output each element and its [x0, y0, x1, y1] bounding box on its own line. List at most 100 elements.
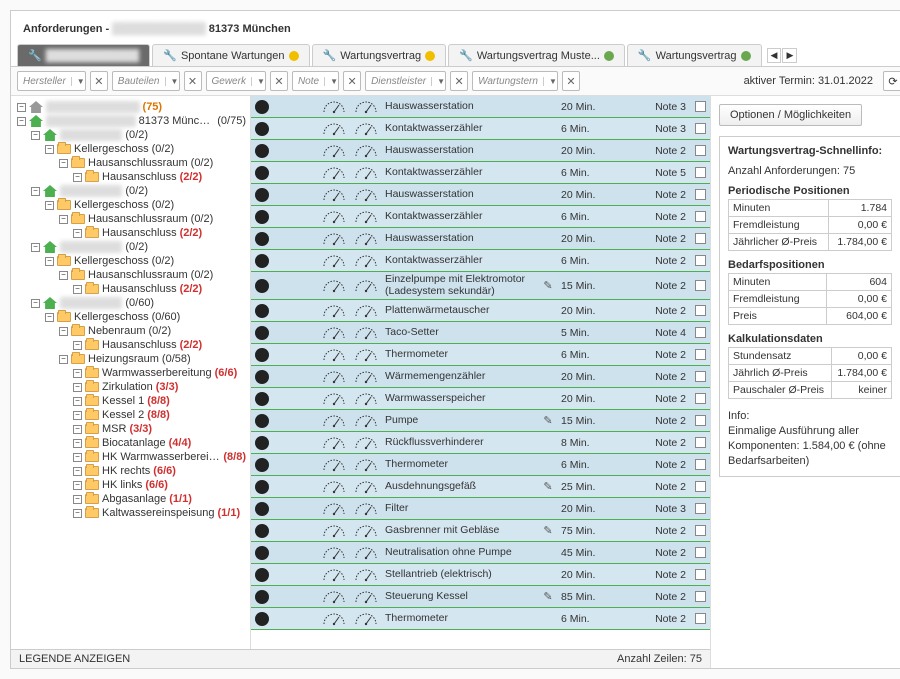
tree-node[interactable]: − Warmwasserbereitung (6/6): [71, 366, 248, 380]
filter-clear-button[interactable]: ✕: [450, 71, 468, 91]
row-checkbox[interactable]: [695, 255, 706, 266]
toggle-icon[interactable]: −: [31, 299, 40, 308]
filter-clear-button[interactable]: ✕: [343, 71, 361, 91]
tree-node[interactable]: − Kessel 2 (8/8): [71, 408, 248, 422]
tree-node[interactable]: − Nebenraum (0/2): [57, 324, 248, 338]
edit-icon[interactable]: ✎: [541, 480, 555, 493]
toggle-icon[interactable]: −: [59, 215, 68, 224]
tab-2[interactable]: 🔧Wartungsvertrag: [312, 44, 447, 66]
row-checkbox[interactable]: [695, 167, 706, 178]
edit-icon[interactable]: ✎: [541, 590, 555, 603]
grid-row[interactable]: Hauswasserstation20 Min.Note 3: [251, 96, 710, 118]
row-checkbox[interactable]: [695, 525, 706, 536]
grid-row[interactable]: Pumpe✎15 Min.Note 2: [251, 410, 710, 432]
tree-node[interactable]: −████████ (0/2): [29, 184, 248, 198]
row-checkbox[interactable]: [695, 437, 706, 448]
toggle-icon[interactable]: −: [31, 187, 40, 196]
toggle-icon[interactable]: −: [31, 131, 40, 140]
row-checkbox[interactable]: [695, 393, 706, 404]
edit-icon[interactable]: ✎: [541, 414, 555, 427]
toggle-icon[interactable]: −: [17, 103, 26, 112]
tab-4[interactable]: 🔧Wartungsvertrag: [627, 44, 762, 66]
filter-clear-button[interactable]: ✕: [90, 71, 108, 91]
toggle-icon[interactable]: −: [73, 439, 82, 448]
tree-node[interactable]: − Abgasanlage (1/1): [71, 492, 248, 506]
tree-node[interactable]: − Hausanschlussraum (0/2): [57, 156, 248, 170]
row-checkbox[interactable]: [695, 327, 706, 338]
grid-row[interactable]: Plattenwärmetauscher20 Min.Note 2: [251, 300, 710, 322]
toggle-icon[interactable]: −: [73, 285, 82, 294]
grid-row[interactable]: Kontaktwasserzähler6 Min.Note 2: [251, 250, 710, 272]
tree-node[interactable]: − Kellergeschoss (0/2): [43, 254, 248, 268]
row-checkbox[interactable]: [695, 305, 706, 316]
tab-scroll-left[interactable]: ◀: [767, 48, 782, 63]
row-checkbox[interactable]: [695, 211, 706, 222]
tree-node[interactable]: − Hausanschluss (2/2): [71, 170, 248, 184]
tree-node[interactable]: − Hausanschluss (2/2): [71, 338, 248, 352]
tree-node[interactable]: − Biocatanlage (4/4): [71, 436, 248, 450]
toggle-icon[interactable]: −: [45, 257, 54, 266]
tree-node[interactable]: − MSR (3/3): [71, 422, 248, 436]
grid-row[interactable]: Kontaktwasserzähler6 Min.Note 5: [251, 162, 710, 184]
edit-icon[interactable]: ✎: [541, 279, 555, 292]
tree-node[interactable]: − Kaltwassereinspeisung (1/1): [71, 506, 248, 520]
grid-row[interactable]: Kontaktwasserzähler6 Min.Note 3: [251, 118, 710, 140]
options-button[interactable]: Optionen / Möglichkeiten: [719, 104, 862, 126]
grid-row[interactable]: Wärmemengenzähler20 Min.Note 2: [251, 366, 710, 388]
tree-node[interactable]: −████████ (0/2): [29, 240, 248, 254]
row-checkbox[interactable]: [695, 613, 706, 624]
row-checkbox[interactable]: [695, 233, 706, 244]
toggle-icon[interactable]: −: [73, 411, 82, 420]
toggle-icon[interactable]: −: [73, 173, 82, 182]
row-checkbox[interactable]: [695, 481, 706, 492]
filter-note[interactable]: Note▼: [292, 71, 339, 91]
grid-row[interactable]: Ausdehnungsgefäß✎25 Min.Note 2: [251, 476, 710, 498]
tab-3[interactable]: 🔧Wartungsvertrag Muste...: [448, 44, 625, 66]
grid-row[interactable]: Neutralisation ohne Pumpe45 Min.Note 2: [251, 542, 710, 564]
grid-row[interactable]: Filter20 Min.Note 3: [251, 498, 710, 520]
chevron-down-icon[interactable]: ▼: [165, 77, 179, 86]
chevron-down-icon[interactable]: ▼: [431, 77, 445, 86]
toggle-icon[interactable]: −: [73, 453, 82, 462]
chevron-down-icon[interactable]: ▼: [324, 77, 338, 86]
toggle-icon[interactable]: −: [73, 229, 82, 238]
toggle-icon[interactable]: −: [31, 243, 40, 252]
grid-row[interactable]: Thermometer6 Min.Note 2: [251, 608, 710, 630]
tree-node[interactable]: − Heizungsraum (0/58): [57, 352, 248, 366]
toggle-icon[interactable]: −: [73, 495, 82, 504]
grid-row[interactable]: Stellantrieb (elektrisch)20 Min.Note 2: [251, 564, 710, 586]
toggle-icon[interactable]: −: [73, 425, 82, 434]
toggle-icon[interactable]: −: [59, 355, 68, 364]
tree-node[interactable]: − Hausanschlussraum (0/2): [57, 212, 248, 226]
filter-clear-button[interactable]: ✕: [270, 71, 288, 91]
tree-node[interactable]: −████████████ 81373 München (0/75): [15, 114, 248, 128]
toggle-icon[interactable]: −: [73, 369, 82, 378]
row-checkbox[interactable]: [695, 349, 706, 360]
filter-hersteller[interactable]: Hersteller▼: [17, 71, 86, 91]
grid-row[interactable]: Hauswasserstation20 Min.Note 2: [251, 184, 710, 206]
tab-0[interactable]: 🔧████████████: [17, 44, 150, 66]
tree-node[interactable]: − Hausanschlussraum (0/2): [57, 268, 248, 282]
toggle-icon[interactable]: −: [73, 467, 82, 476]
filter-clear-button[interactable]: ✕: [184, 71, 202, 91]
toggle-icon[interactable]: −: [45, 313, 54, 322]
row-checkbox[interactable]: [695, 591, 706, 602]
chevron-down-icon[interactable]: ▼: [251, 77, 265, 86]
row-checkbox[interactable]: [695, 547, 706, 558]
tree-node[interactable]: − Kellergeschoss (0/60): [43, 310, 248, 324]
row-checkbox[interactable]: [695, 415, 706, 426]
tree-node[interactable]: − Kellergeschoss (0/2): [43, 142, 248, 156]
row-checkbox[interactable]: [695, 371, 706, 382]
tree-node[interactable]: − Zirkulation (3/3): [71, 380, 248, 394]
edit-icon[interactable]: ✎: [541, 524, 555, 537]
filter-bauteilen[interactable]: Bauteilen▼: [112, 71, 180, 91]
toggle-icon[interactable]: −: [59, 271, 68, 280]
tree-node[interactable]: − Hausanschluss (2/2): [71, 226, 248, 240]
grid-row[interactable]: Steuerung Kessel✎85 Min.Note 2: [251, 586, 710, 608]
refresh-button[interactable]: ⟳: [883, 71, 900, 91]
grid-row[interactable]: Hauswasserstation20 Min.Note 2: [251, 228, 710, 250]
toggle-icon[interactable]: −: [59, 327, 68, 336]
chevron-down-icon[interactable]: ▼: [543, 77, 557, 86]
legend-toggle[interactable]: LEGENDE ANZEIGEN: [19, 653, 130, 665]
toggle-icon[interactable]: −: [73, 341, 82, 350]
